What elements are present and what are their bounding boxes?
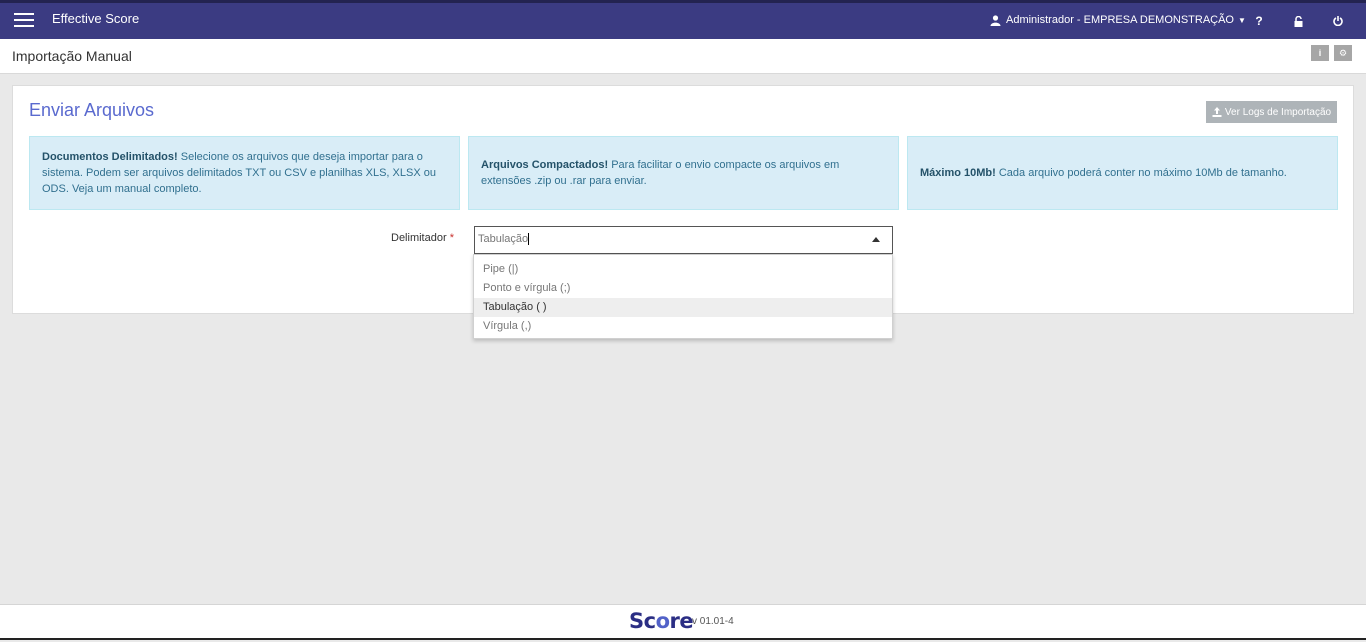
footer: Score v 01.01-4 xyxy=(0,604,1366,640)
alert-compressed-files: Arquivos Compactados! Para facilitar o e… xyxy=(468,136,899,210)
caret-up-icon xyxy=(872,237,880,242)
delimiter-option-pipe[interactable]: Pipe (|) xyxy=(474,260,892,279)
delimiter-select-value: Tabulação xyxy=(478,233,529,245)
view-logs-label: Ver Logs de Importação xyxy=(1224,106,1332,118)
user-label: Administrador - EMPRESA DEMONSTRAÇÃO xyxy=(1006,14,1234,26)
upload-icon xyxy=(1212,107,1222,117)
info-icon[interactable]: i xyxy=(1311,45,1329,61)
user-menu[interactable]: Administrador - EMPRESA DEMONSTRAÇÃO ▼ xyxy=(990,14,1246,26)
alert-max-size: Máximo 10Mb! Cada arquivo poderá conter … xyxy=(907,136,1338,210)
caret-down-icon: ▼ xyxy=(1238,15,1246,25)
logo-part: o xyxy=(655,609,670,633)
alert-text: Cada arquivo poderá conter no máximo 10M… xyxy=(998,167,1287,179)
power-icon[interactable] xyxy=(1331,13,1345,29)
lock-icon[interactable] xyxy=(1291,13,1305,29)
alert-title: Documentos Delimitados! xyxy=(42,151,178,163)
logo-part: Sc xyxy=(629,609,656,633)
view-logs-button[interactable]: Ver Logs de Importação xyxy=(1206,101,1337,123)
settings-icon[interactable]: ⚙ xyxy=(1334,45,1352,61)
help-icon[interactable]: ? xyxy=(1252,13,1266,29)
delimiter-option-comma[interactable]: Vírgula (,) xyxy=(474,317,892,336)
score-logo: Score xyxy=(629,609,694,633)
app-title[interactable]: Effective Score xyxy=(52,11,139,26)
alert-delimited-docs: Documentos Delimitados! Selecione os arq… xyxy=(29,136,460,210)
delimiter-label: Delimitador * xyxy=(391,232,454,244)
user-icon xyxy=(990,14,1001,26)
text-cursor xyxy=(528,233,530,246)
alert-title: Arquivos Compactados! xyxy=(481,159,609,171)
delimiter-option-semicolon[interactable]: Ponto e vírgula (;) xyxy=(474,279,892,298)
panel-title: Enviar Arquivos xyxy=(29,100,155,120)
required-mark: * xyxy=(449,232,454,244)
delimiter-dropdown: Pipe (|) Ponto e vírgula (;) Tabulação (… xyxy=(473,254,893,339)
logo-part: re xyxy=(669,609,694,633)
version-label: v 01.01-4 xyxy=(692,616,734,627)
top-navbar: Effective Score Administrador - EMPRESA … xyxy=(0,0,1366,39)
page-titlebar: Importação Manual i ⚙ xyxy=(0,39,1366,74)
alert-title: Máximo 10Mb! xyxy=(920,167,996,179)
page-title: Importação Manual xyxy=(12,48,132,64)
delimiter-select[interactable]: Tabulação xyxy=(474,226,893,254)
menu-icon[interactable] xyxy=(14,13,34,27)
delimiter-label-text: Delimitador xyxy=(391,232,447,244)
delimiter-option-tab[interactable]: Tabulação ( ) xyxy=(474,298,892,317)
